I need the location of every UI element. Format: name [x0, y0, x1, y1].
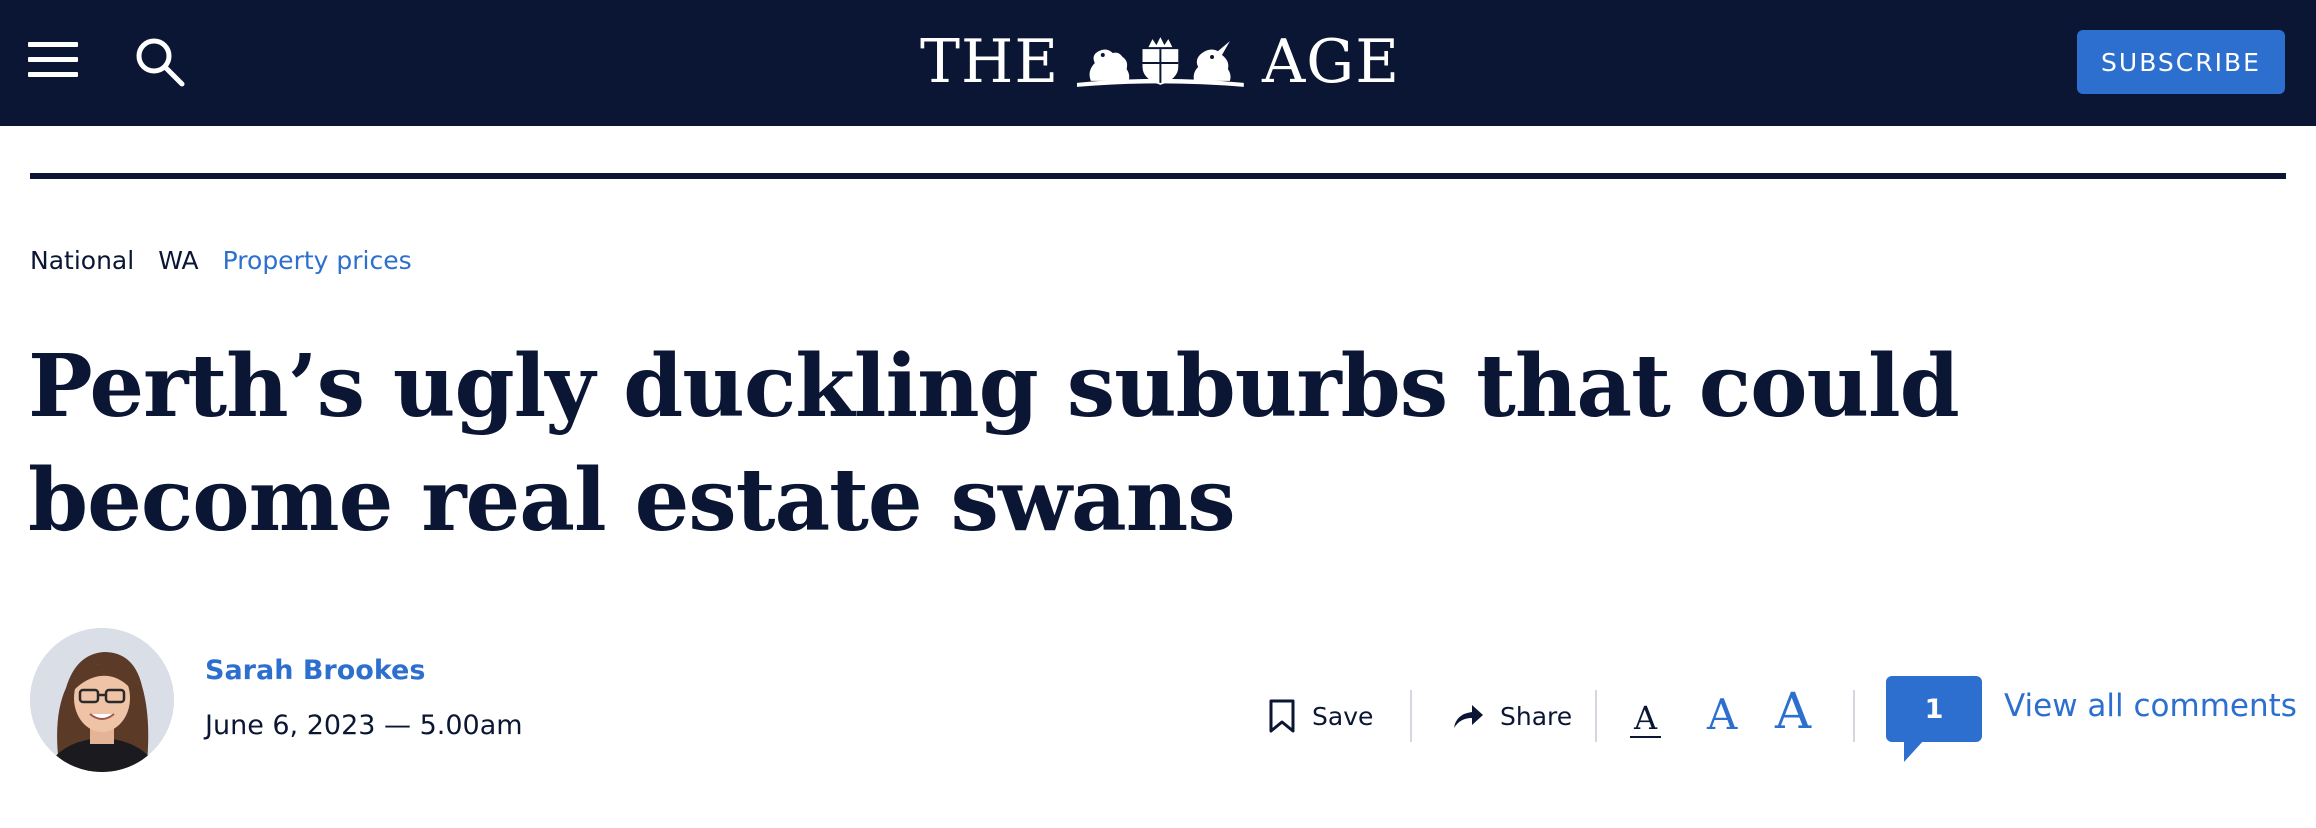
publish-date: June 6, 2023 — 5.00am	[205, 710, 523, 741]
save-label: Save	[1312, 701, 1374, 731]
coat-of-arms-crest-icon	[1077, 37, 1244, 87]
top-navigation-bar: THE AGE SUBSCRIBE	[0, 0, 2316, 126]
font-size-large-button[interactable]: A	[1775, 686, 1811, 736]
comment-bubble-tail-icon	[1904, 740, 1924, 762]
masthead-word-right: AGE	[1261, 27, 1400, 97]
breadcrumb: National WA Property prices	[30, 240, 436, 280]
subscribe-button[interactable]: SUBSCRIBE	[2077, 30, 2285, 94]
hamburger-menu-icon[interactable]	[28, 38, 80, 82]
save-button[interactable]: Save	[1268, 694, 1373, 738]
masthead-word-left: THE	[920, 27, 1060, 97]
author-name-link[interactable]: Sarah Brookes	[205, 655, 425, 686]
masthead-logo[interactable]: THE AGE	[920, 24, 1400, 100]
breadcrumb-property-prices[interactable]: Property prices	[223, 246, 412, 275]
breadcrumb-wa[interactable]: WA	[158, 246, 198, 275]
author-avatar[interactable]	[30, 628, 174, 772]
font-size-medium-button[interactable]: A	[1707, 694, 1737, 736]
share-arrow-icon	[1454, 705, 1483, 728]
view-all-comments-link[interactable]: View all comments	[2004, 688, 2297, 724]
share-label: Share	[1500, 701, 1573, 731]
section-divider-rule	[30, 173, 2286, 179]
breadcrumb-national[interactable]: National	[30, 246, 134, 275]
share-button[interactable]: Share	[1452, 694, 1572, 738]
article-headline: Perth’s ugly duckling suburbs that could…	[28, 336, 1960, 551]
search-icon[interactable]	[134, 36, 186, 88]
font-size-small-button[interactable]: A	[1630, 702, 1662, 738]
action-divider	[1853, 690, 1855, 742]
comment-count-badge[interactable]: 1	[1886, 676, 1982, 742]
action-divider	[1595, 690, 1597, 742]
action-divider	[1410, 690, 1412, 742]
bookmark-icon	[1269, 699, 1295, 733]
